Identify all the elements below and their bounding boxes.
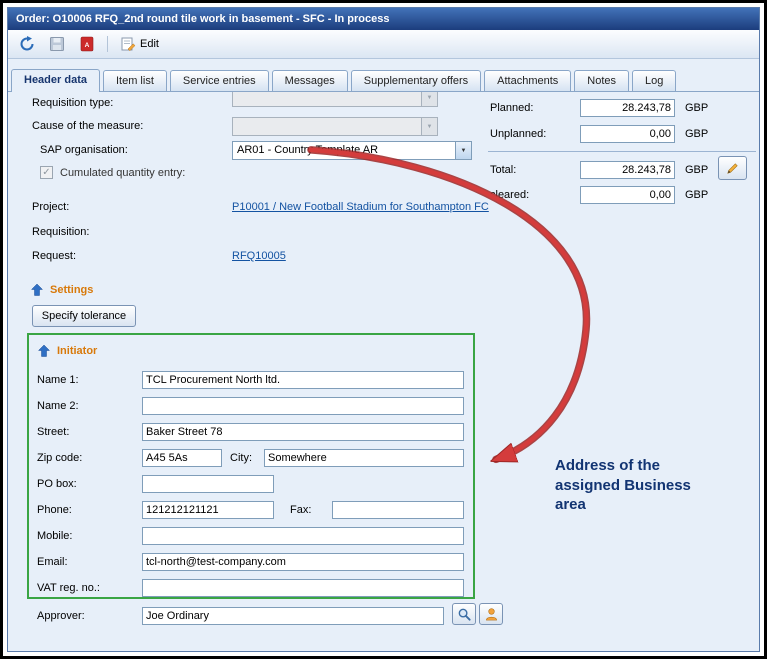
toolbar: A Edit	[8, 30, 759, 59]
project-link[interactable]: P10001 / New Football Stadium for Southa…	[232, 201, 489, 213]
screenshot-frame: Order: O10006 RFQ_2nd round tile work in…	[0, 0, 767, 659]
requisition-type-label: Requisition type:	[32, 97, 113, 109]
window-title: Order: O10006 RFQ_2nd round tile work in…	[16, 13, 389, 25]
approver-select-person-button[interactable]	[479, 603, 503, 625]
tab-messages[interactable]: Messages	[272, 70, 348, 91]
person-icon	[484, 607, 499, 622]
sap-organisation-dropdown[interactable]: AR01 - Country Template AR ▼	[232, 141, 472, 160]
tab-item-list[interactable]: Item list	[103, 70, 167, 91]
window-title-bar: Order: O10006 RFQ_2nd round tile work in…	[8, 8, 759, 30]
tab-header-data[interactable]: Header data	[11, 69, 100, 92]
save-button[interactable]	[44, 33, 70, 55]
tab-service-entries[interactable]: Service entries	[170, 70, 269, 91]
chevron-down-icon: ▼	[421, 91, 437, 106]
pdf-icon: A	[79, 36, 95, 52]
order-window: Order: O10006 RFQ_2nd round tile work in…	[7, 7, 760, 652]
initiator-section-title: Initiator	[57, 345, 97, 357]
settings-section-title: Settings	[50, 284, 93, 296]
cleared-amount-field[interactable]	[580, 186, 675, 204]
section-collapse-icon[interactable]	[30, 283, 44, 297]
total-label: Total:	[490, 164, 516, 176]
section-collapse-icon[interactable]	[37, 344, 51, 358]
total-currency-label: GBP	[685, 164, 708, 176]
cumulated-quantity-label: Cumulated quantity entry:	[60, 167, 185, 179]
edit-button-label: Edit	[140, 38, 159, 50]
refresh-button[interactable]	[14, 33, 40, 55]
total-amount-field[interactable]	[580, 161, 675, 179]
tab-notes[interactable]: Notes	[574, 70, 629, 91]
cause-of-measure-dropdown: ▼	[232, 117, 438, 136]
cleared-label: cleared:	[490, 189, 529, 201]
save-icon	[49, 36, 65, 52]
approver-input[interactable]	[142, 607, 444, 625]
unplanned-amount-field[interactable]	[580, 125, 675, 143]
approver-search-button[interactable]	[452, 603, 476, 625]
svg-text:A: A	[85, 42, 90, 49]
toolbar-separator	[107, 36, 108, 52]
unplanned-currency-label: GBP	[685, 128, 708, 140]
chevron-down-icon: ▼	[421, 118, 437, 135]
sap-organisation-value: AR01 - Country Template AR	[233, 142, 455, 159]
cleared-currency-label: GBP	[685, 189, 708, 201]
project-label: Project:	[32, 201, 69, 213]
amounts-divider	[488, 151, 756, 152]
edit-button[interactable]: Edit	[115, 33, 164, 55]
annotation-text: Address of the assigned Business area	[555, 456, 710, 515]
request-label: Request:	[32, 250, 76, 262]
requisition-label: Requisition:	[32, 226, 89, 238]
initiator-highlight-box	[27, 333, 475, 599]
cause-of-measure-label: Cause of the measure:	[32, 120, 143, 132]
unplanned-label: Unplanned:	[490, 128, 546, 140]
planned-amount-field[interactable]	[580, 99, 675, 117]
cumulated-quantity-checkbox: ✓	[40, 166, 53, 179]
pencil-icon	[725, 161, 740, 176]
requisition-type-dropdown: ▼	[232, 91, 438, 107]
tab-attachments[interactable]: Attachments	[484, 70, 571, 91]
planned-currency-label: GBP	[685, 102, 708, 114]
pdf-button[interactable]: A	[74, 33, 100, 55]
specify-tolerance-button[interactable]: Specify tolerance	[32, 305, 136, 327]
chevron-down-icon: ▼	[455, 142, 471, 159]
header-data-panel: Requisition type: ▼ Cause of the measure…	[8, 91, 759, 651]
specify-tolerance-label: Specify tolerance	[42, 310, 126, 322]
approver-label: Approver:	[37, 610, 85, 622]
edit-total-button[interactable]	[718, 156, 747, 180]
edit-icon	[120, 36, 136, 52]
sap-organisation-label: SAP organisation:	[40, 144, 128, 156]
tab-supplementary-offers[interactable]: Supplementary offers	[351, 70, 481, 91]
request-link[interactable]: RFQ10005	[232, 250, 286, 262]
tab-log[interactable]: Log	[632, 70, 676, 91]
search-icon	[457, 607, 472, 622]
planned-label: Planned:	[490, 102, 533, 114]
refresh-icon	[19, 36, 35, 52]
tab-strip: Header data Item list Service entries Me…	[8, 59, 759, 91]
